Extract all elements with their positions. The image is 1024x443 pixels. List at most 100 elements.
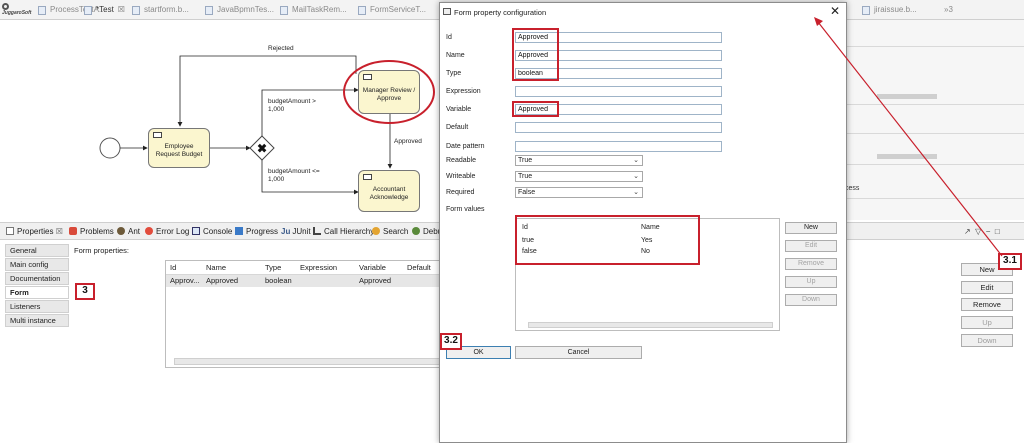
file-icon xyxy=(280,6,288,15)
form-properties-table[interactable]: Id Name Type Expression Variable Default… xyxy=(165,260,455,368)
new-window-icon[interactable]: ↗ xyxy=(964,227,971,236)
tab-search[interactable]: Search xyxy=(372,226,408,238)
side-tab-general[interactable]: General xyxy=(5,244,69,257)
up-button[interactable]: Up xyxy=(961,316,1013,329)
date-pattern-label: Date pattern xyxy=(446,143,485,150)
readable-value: True xyxy=(518,157,533,164)
tab-label: Ant xyxy=(128,227,141,236)
editor-tab-active[interactable]: *Test ☒ xyxy=(84,4,125,18)
tab-junit[interactable]: Ju JUnit xyxy=(281,226,311,238)
file-icon xyxy=(84,6,92,15)
default-label: Default xyxy=(446,124,469,131)
writeable-label: Writeable xyxy=(446,173,476,180)
editor-tab-label: jiraissue.b... xyxy=(874,5,917,14)
tab-label: Properties xyxy=(17,227,54,236)
side-tab-main-config[interactable]: Main config xyxy=(5,258,69,271)
column-header[interactable]: Id xyxy=(170,262,176,274)
form-properties-title: Form properties: xyxy=(74,246,130,255)
form-value-edit-button[interactable]: Edit xyxy=(785,240,837,252)
svg-text:✖: ✖ xyxy=(257,142,267,156)
form-value-remove-button[interactable]: Remove xyxy=(785,258,837,270)
tab-call-hierarchy[interactable]: Call Hierarchy xyxy=(313,226,374,238)
maximize-icon[interactable]: □ xyxy=(995,227,1000,236)
hierarchy-icon xyxy=(313,227,321,235)
down-button[interactable]: Down xyxy=(961,334,1013,347)
editor-tab[interactable]: FormServiceT... xyxy=(358,4,426,18)
edit-button[interactable]: Edit xyxy=(961,281,1013,294)
variable-label: Variable xyxy=(446,106,472,113)
tab-ant[interactable]: Ant xyxy=(117,226,140,238)
gear-icon xyxy=(2,3,9,10)
chevron-down-icon: ⌄ xyxy=(633,189,639,196)
tab-label: Search xyxy=(383,227,409,236)
outline-row xyxy=(845,198,1024,199)
outline-text: cess xyxy=(845,185,860,192)
required-select[interactable]: False ⌄ xyxy=(515,187,643,198)
side-tab-documentation[interactable]: Documentation xyxy=(5,272,69,285)
horizontal-scrollbar[interactable] xyxy=(174,358,444,365)
close-icon[interactable]: ☒ xyxy=(118,5,125,14)
highlight-box-id-name-type xyxy=(512,28,559,81)
side-tab-multi-instance[interactable]: Multi instance xyxy=(5,314,69,327)
tab-problems[interactable]: Problems xyxy=(69,226,114,238)
tab-progress[interactable]: Progress xyxy=(235,226,278,238)
form-value-up-button[interactable]: Up xyxy=(785,276,837,288)
properties-side-tabs: General Main config Documentation Form L… xyxy=(5,244,69,328)
dialog-title: Form property configuration xyxy=(454,8,547,17)
editor-tab-label: MailTaskRem... xyxy=(292,5,347,14)
chevron-down-icon: ⌄ xyxy=(633,173,639,180)
user-task-icon xyxy=(363,74,372,80)
annotation-number: 3.1 xyxy=(998,253,1022,270)
junit-icon: Ju xyxy=(281,227,291,236)
editor-tab[interactable]: JavaBpmnTes... xyxy=(205,4,274,18)
form-value-new-button[interactable]: New xyxy=(785,222,837,234)
column-header[interactable]: Variable xyxy=(359,262,386,274)
task-label: Manager Review / Approve xyxy=(362,87,416,102)
tab-error-log[interactable]: Error Log xyxy=(145,226,189,238)
close-icon[interactable]: ✕ xyxy=(830,4,840,18)
tab-label: Call Hierarchy xyxy=(324,227,375,236)
remove-button[interactable]: Remove xyxy=(961,298,1013,311)
side-tab-form[interactable]: Form xyxy=(5,286,69,299)
bpmn-diagram-canvas[interactable]: ✖ Employee Request Budget Manager Review… xyxy=(0,20,440,220)
readable-select[interactable]: True ⌄ xyxy=(515,155,643,166)
table-cell: boolean xyxy=(265,276,292,285)
file-icon xyxy=(358,6,366,15)
side-tab-listeners[interactable]: Listeners xyxy=(5,300,69,313)
editor-tab[interactable]: startform.b... xyxy=(132,4,189,18)
task-accountant-acknowledge[interactable]: Accountant Acknowledge xyxy=(358,170,420,212)
column-header[interactable]: Name xyxy=(206,262,226,274)
default-field[interactable] xyxy=(515,122,722,133)
exclusive-gateway[interactable]: ✖ xyxy=(249,135,275,161)
view-toolbar[interactable]: ↗ ▽ − □ xyxy=(964,226,1000,238)
date-pattern-field[interactable] xyxy=(515,141,722,152)
readable-label: Readable xyxy=(446,157,476,164)
start-event[interactable] xyxy=(99,137,121,159)
error-log-icon xyxy=(145,227,153,235)
editor-tab[interactable]: jiraissue.b... xyxy=(862,4,917,18)
cancel-button[interactable]: Cancel xyxy=(515,346,642,359)
expression-field[interactable] xyxy=(515,86,722,97)
file-icon xyxy=(205,6,213,15)
task-employee-request-budget[interactable]: Employee Request Budget xyxy=(148,128,210,168)
minimize-icon[interactable]: − xyxy=(986,227,991,236)
tab-console[interactable]: Console xyxy=(192,226,232,238)
writeable-select[interactable]: True ⌄ xyxy=(515,171,643,182)
horizontal-scrollbar[interactable] xyxy=(528,322,773,328)
outline-bar xyxy=(877,154,937,159)
tab-overflow[interactable]: »3 xyxy=(944,4,953,18)
chevron-down-icon: ⌄ xyxy=(633,157,639,164)
flow-label-le: budgetAmount <= 1,000 xyxy=(268,168,320,183)
tab-label: JUnit xyxy=(292,227,311,236)
task-manager-review[interactable]: Manager Review / Approve xyxy=(358,70,420,114)
column-header[interactable]: Type xyxy=(265,262,281,274)
editor-tab[interactable]: MailTaskRem... xyxy=(280,4,347,18)
tab-properties[interactable]: Properties ☒ xyxy=(6,226,63,238)
column-header[interactable]: Expression xyxy=(300,262,337,274)
column-header[interactable]: Default xyxy=(407,262,431,274)
view-menu-icon[interactable]: ▽ xyxy=(975,227,981,236)
tab-debug[interactable]: Debu xyxy=(412,226,442,238)
close-icon[interactable]: ☒ xyxy=(56,227,63,236)
form-value-down-button[interactable]: Down xyxy=(785,294,837,306)
task-label: Accountant Acknowledge xyxy=(369,186,409,201)
